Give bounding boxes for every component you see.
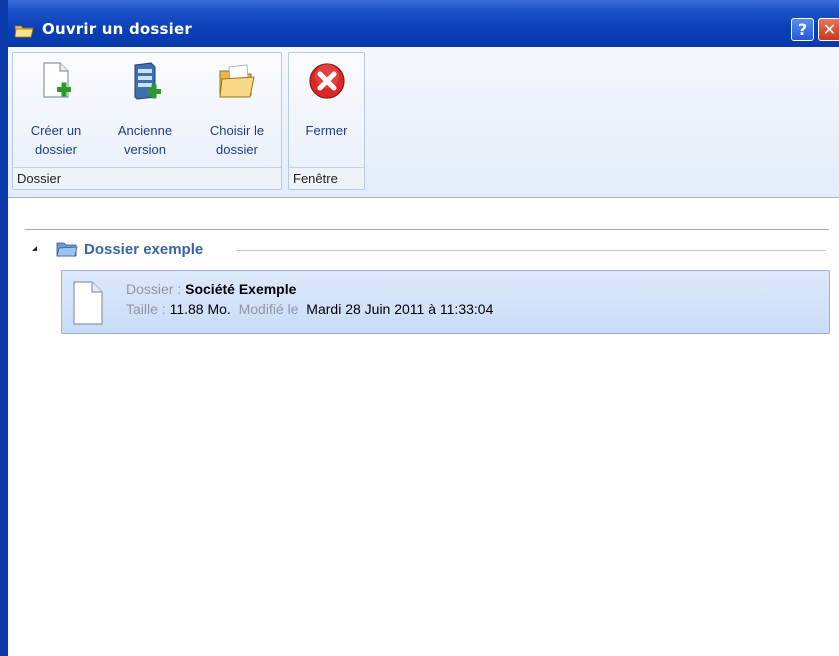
choose-folder-label-2: dossier — [216, 142, 258, 157]
open-folder-icon — [219, 64, 255, 98]
choose-folder-label-1: Choisir le — [209, 123, 265, 138]
ribbon-group-dossier: Créer un dossier Ancienne version Choisi… — [12, 52, 282, 190]
create-folder-label-2: dossier — [35, 142, 77, 157]
old-version-label-1: Ancienne — [117, 123, 173, 138]
close-window-button[interactable]: Fermer — [289, 53, 364, 165]
group-title: Dossier exemple — [84, 241, 204, 258]
new-document-icon — [43, 62, 71, 98]
old-version-button[interactable]: Ancienne version — [101, 53, 189, 165]
old-version-label-2: version — [124, 142, 166, 157]
title-bar: Ouvrir un dossier ? ✕ — [0, 0, 839, 47]
separator-line — [25, 229, 829, 230]
choose-folder-button[interactable]: Choisir le dossier — [193, 53, 281, 165]
ribbon-group-label-dossier: Dossier — [13, 167, 281, 189]
dossier-label: Dossier : — [126, 281, 182, 297]
help-button[interactable]: ? — [791, 18, 814, 41]
item-line-dossier: Dossier : Société Exemple — [126, 281, 296, 297]
item-line-details: Taille : 11.88 Mo. Modifié le Mardi 28 J… — [126, 301, 493, 317]
folder-app-icon — [14, 25, 34, 38]
create-folder-button[interactable]: Créer un dossier — [13, 53, 99, 165]
window-border — [0, 47, 8, 656]
help-icon: ? — [797, 20, 808, 39]
collapse-arrow-icon[interactable] — [32, 246, 37, 251]
close-red-icon — [309, 63, 345, 99]
group-header[interactable]: Dossier exemple — [28, 240, 828, 260]
folder-icon — [56, 242, 78, 257]
taille-value: 11.88 Mo. — [169, 301, 231, 317]
window-close-button[interactable]: ✕ — [818, 18, 839, 41]
window-title: Ouvrir un dossier — [42, 20, 192, 38]
ribbon: Créer un dossier Ancienne version Choisi… — [8, 47, 839, 198]
folder-list-area: Dossier exemple Dossier : Société Exempl… — [8, 198, 839, 656]
modifie-label: Modifié le — [238, 301, 299, 317]
list-item[interactable]: Dossier : Société Exemple Taille : 11.88… — [61, 270, 830, 334]
document-icon — [73, 281, 103, 325]
taille-label: Taille : — [126, 301, 166, 317]
create-folder-label-1: Créer un — [30, 123, 82, 138]
ribbon-group-label-fenetre: Fenêtre — [289, 167, 364, 189]
group-header-line — [236, 250, 826, 251]
close-icon: ✕ — [822, 20, 837, 39]
dossier-value: Société Exemple — [185, 281, 297, 297]
server-add-icon — [134, 62, 161, 100]
ribbon-group-fenetre: Fermer Fenêtre — [288, 52, 365, 190]
close-window-label: Fermer — [305, 123, 348, 138]
modifie-value: Mardi 28 Juin 2011 à 11:33:04 — [306, 301, 494, 317]
